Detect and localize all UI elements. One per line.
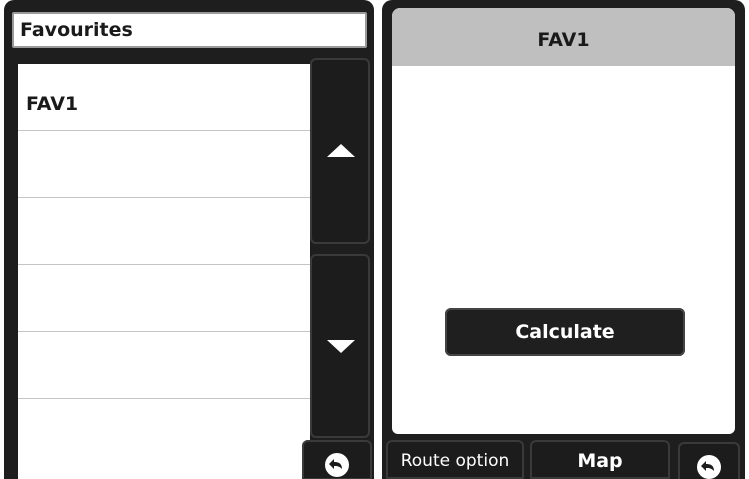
- list-item[interactable]: FAV1: [18, 64, 310, 131]
- back-arrow-icon: [325, 453, 349, 477]
- calculate-button[interactable]: Calculate: [445, 308, 685, 356]
- back-button[interactable]: [678, 442, 740, 479]
- list-item[interactable]: [18, 265, 310, 332]
- scroll-up-button[interactable]: [310, 58, 370, 244]
- triangle-up-icon: [327, 144, 355, 157]
- detail-title: FAV1: [392, 8, 735, 66]
- route-option-button[interactable]: Route option: [386, 440, 524, 479]
- favourites-list: FAV1: [18, 64, 310, 479]
- list-item[interactable]: [18, 399, 310, 466]
- detail-panel: FAV1 Calculate: [392, 8, 735, 434]
- favourite-detail-screen: FAV1 Calculate Route option Map: [382, 0, 745, 479]
- list-item[interactable]: [18, 198, 310, 265]
- list-item[interactable]: [18, 131, 310, 198]
- scroll-down-button[interactable]: [310, 254, 370, 438]
- map-button[interactable]: Map: [530, 440, 670, 479]
- triangle-down-icon: [327, 340, 355, 353]
- back-button[interactable]: [302, 440, 372, 479]
- list-item[interactable]: [18, 332, 310, 399]
- favourites-title: Favourites: [12, 12, 367, 48]
- favourites-screen: Favourites FAV1: [4, 0, 374, 479]
- back-arrow-icon: [697, 455, 721, 479]
